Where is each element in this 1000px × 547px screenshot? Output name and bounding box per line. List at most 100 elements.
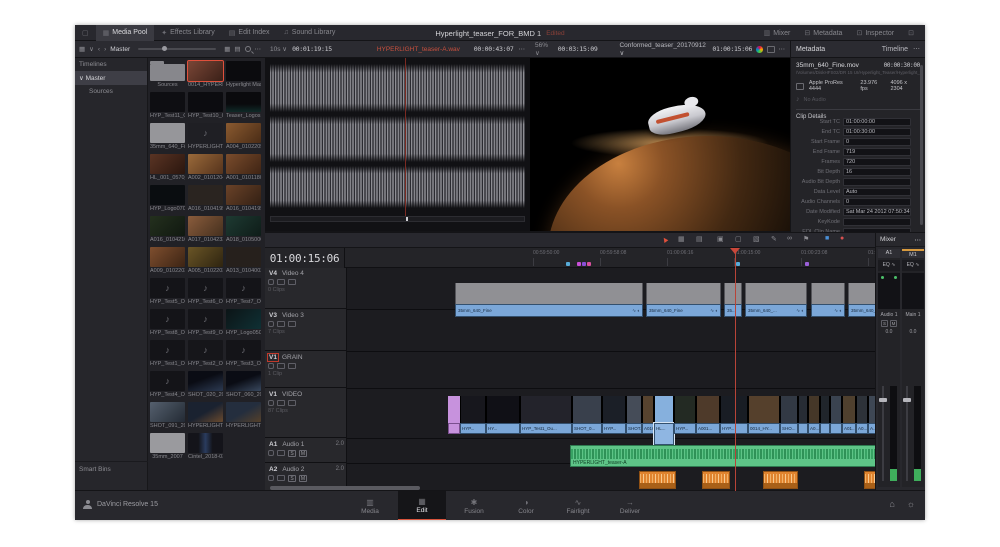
- timeline-tool-icon[interactable]: ∞: [787, 235, 792, 242]
- timeline-tool-icon[interactable]: ▦: [678, 235, 685, 243]
- timeline-clip-video[interactable]: HL...: [654, 396, 674, 435]
- timeline-marker[interactable]: [736, 262, 740, 266]
- clip-detail-value[interactable]: 0: [843, 138, 911, 146]
- lock-icon[interactable]: [268, 450, 274, 456]
- timeline-clip-video[interactable]: A01...: [842, 396, 856, 435]
- media-clip[interactable]: HYP_Test5_Output: [150, 278, 185, 305]
- timeline-clip-video[interactable]: A001...: [696, 396, 720, 435]
- track-header-grain[interactable]: V1GRAIN 1 Clip: [265, 352, 347, 388]
- wave-zoom-dropdown[interactable]: 10s ∨: [270, 45, 287, 53]
- timeline-clip-v3[interactable]: [811, 283, 845, 317]
- playhead-handle[interactable]: [730, 248, 740, 254]
- nav-back-icon[interactable]: ‹: [98, 46, 100, 53]
- more-options-icon[interactable]: ⋯: [255, 45, 262, 53]
- auto-select-icon[interactable]: [277, 321, 285, 327]
- clip-detail-value[interactable]: 719: [843, 148, 911, 156]
- sound-library-button[interactable]: ♫Sound Library: [277, 25, 343, 41]
- timeline-clip-v3[interactable]: 35mm_640_Fine: [646, 283, 721, 317]
- lock-icon[interactable]: [268, 475, 274, 481]
- timeline-marker[interactable]: [587, 262, 591, 266]
- timeline-clip-v3[interactable]: 35mm_640_...: [745, 283, 807, 317]
- timeline-clip-video[interactable]: SHO...: [780, 396, 798, 435]
- media-clip[interactable]: A002_01012048_...: [188, 154, 223, 181]
- timeline-marker[interactable]: [566, 262, 570, 266]
- track-header-a1[interactable]: A1Audio 12.0 SM: [265, 439, 347, 463]
- media-clip[interactable]: HYP_Test7_Output: [226, 278, 261, 305]
- media-clip[interactable]: 35mm_640_Fine: [150, 123, 185, 150]
- media-clip[interactable]: HYP_Test6_Output: [188, 278, 223, 305]
- nav-fwd-icon[interactable]: ›: [104, 46, 106, 53]
- auto-select-icon[interactable]: [277, 400, 285, 406]
- bin-timelines[interactable]: Timelines: [75, 58, 147, 71]
- track-header-video[interactable]: V1VIDEO 87 Clips: [265, 389, 347, 438]
- media-clip[interactable]: HYP_Test8_Output: [150, 309, 185, 336]
- metadata-scrollbar[interactable]: [920, 65, 923, 225]
- timeline-clip-audio2[interactable]: [702, 471, 730, 489]
- media-clip[interactable]: HYPERLIGHT_000...: [188, 402, 223, 429]
- media-clip[interactable]: HYP_Test4_Output: [150, 371, 185, 398]
- media-clip[interactable]: HYP_Logo050_Ou...: [226, 309, 261, 336]
- media-clip[interactable]: HYPERLIGHT_000...: [226, 402, 261, 429]
- media-clip[interactable]: Cintel_2018-03-2...: [188, 433, 223, 460]
- solo-button[interactable]: S: [881, 320, 888, 327]
- media-clip[interactable]: 35mm_2007: [150, 433, 185, 460]
- timeline-marker[interactable]: [805, 262, 809, 266]
- mute-button[interactable]: M: [890, 320, 897, 327]
- page-tab[interactable]: ◑ Color: [502, 491, 550, 520]
- auto-select-icon[interactable]: [277, 363, 285, 369]
- timeline-clip-video[interactable]: SHOT...: [626, 396, 642, 435]
- timeline-marker[interactable]: [577, 262, 581, 266]
- media-clip[interactable]: HL_001_0570_co...: [150, 154, 185, 181]
- timeline-tool-icon[interactable]: ▧: [753, 235, 760, 243]
- clip-detail-value[interactable]: Sat Mar 24 2012 07:50:34: [843, 208, 911, 216]
- media-clip[interactable]: HYP_Test3_Output: [226, 340, 261, 367]
- media-clip[interactable]: SHOT_020_20170...: [188, 371, 223, 398]
- timeline-tool-icon[interactable]: ⚑: [803, 235, 809, 243]
- timeline-tool-icon[interactable]: ▤: [696, 235, 703, 243]
- timeline-clip-video[interactable]: A0...: [808, 396, 820, 435]
- clip-detail-value[interactable]: 01:00:00:00: [843, 118, 911, 126]
- timeline-tool-icon[interactable]: ▢: [735, 235, 742, 243]
- media-clip[interactable]: HYP_Test11_Ou...: [150, 92, 185, 119]
- enable-icon[interactable]: [288, 279, 296, 285]
- metadata-view-dropdown[interactable]: Timeline: [882, 46, 908, 53]
- volume-fader[interactable]: [882, 386, 884, 481]
- timeline-tool-icon[interactable]: ●: [840, 235, 844, 242]
- clip-detail-value[interactable]: 0: [843, 198, 911, 206]
- page-tab[interactable]: ∿ Fairlight: [554, 491, 602, 520]
- color-wheel-icon[interactable]: [756, 46, 763, 53]
- timeline-clip-video[interactable]: HYP_Test1_Ou...: [520, 396, 572, 435]
- media-clip[interactable]: SHOT_060_20170...: [226, 371, 261, 398]
- list-view-icon[interactable]: ▤: [234, 45, 240, 53]
- edit-index-button[interactable]: ▤Edit Index: [222, 25, 277, 41]
- grid-view-icon[interactable]: ▦: [224, 45, 230, 53]
- timeline-marker[interactable]: [582, 262, 586, 266]
- effects-library-button[interactable]: ✦Effects Library: [154, 25, 222, 41]
- display-mode-icon[interactable]: [767, 46, 775, 53]
- timeline-tool-icon[interactable]: ✎: [771, 235, 777, 243]
- page-tab[interactable]: → Deliver: [606, 491, 654, 520]
- viewer-zoom-dropdown[interactable]: 56% ∨: [535, 42, 554, 57]
- auto-select-icon[interactable]: [277, 475, 285, 481]
- bin-sources[interactable]: Sources: [75, 85, 147, 98]
- clip-detail-value[interactable]: 01:00:30:00: [843, 128, 911, 136]
- enable-icon[interactable]: [288, 400, 296, 406]
- solo-button[interactable]: S: [288, 475, 296, 482]
- playhead-line[interactable]: [735, 248, 736, 491]
- eq-button[interactable]: EQ ∿: [902, 260, 924, 271]
- timeline-ruler[interactable]: 00:59:50:0000:59:58:0801:00:06:1601:00:1…: [265, 248, 875, 268]
- timeline-clip-video[interactable]: [820, 396, 830, 435]
- mixer-button[interactable]: ▥Mixer: [757, 25, 798, 41]
- media-clip[interactable]: A016_01042100_...: [150, 216, 185, 243]
- window-layout-icon[interactable]: ▢: [75, 25, 96, 41]
- mute-button[interactable]: M: [299, 450, 307, 457]
- metadata-more-icon[interactable]: ⋯: [913, 45, 920, 53]
- clip-detail-value[interactable]: Auto: [843, 188, 911, 196]
- media-clip[interactable]: HYP_Logo070_Ou...: [150, 185, 185, 212]
- media-clip[interactable]: SHOT_091_20170...: [150, 402, 185, 429]
- timeline-clip-video[interactable]: HYP...: [674, 396, 696, 435]
- wave-overview-bar[interactable]: [270, 216, 525, 222]
- mute-button[interactable]: M: [299, 475, 307, 482]
- media-clip[interactable]: A016_01041954_...: [188, 185, 223, 212]
- source-clip-name[interactable]: HYPERLIGHT_teaser-A.wav: [377, 46, 460, 53]
